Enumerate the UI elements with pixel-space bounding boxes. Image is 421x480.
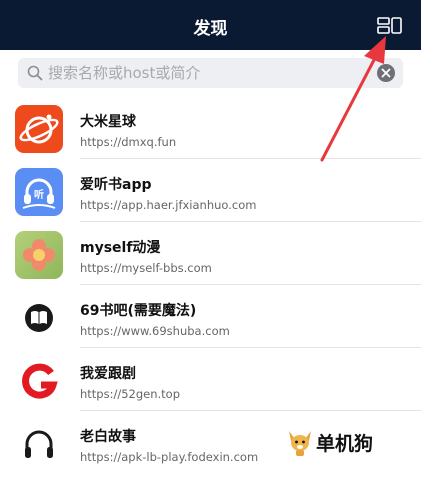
list-item[interactable]: 大米星球 https://dmxq.fun bbox=[0, 96, 421, 159]
fox-logo-icon bbox=[289, 431, 311, 456]
list-item[interactable]: myself动漫 https://myself-bbs.com bbox=[0, 222, 421, 285]
source-name: 爱听书app bbox=[80, 177, 152, 193]
svg-text:听: 听 bbox=[34, 188, 44, 201]
grid-layout-icon bbox=[377, 17, 402, 34]
watermark: 单机狗 bbox=[286, 427, 396, 457]
source-name: myself动漫 bbox=[80, 240, 161, 256]
source-name: 老白故事 bbox=[80, 429, 136, 445]
search-bar[interactable] bbox=[18, 58, 403, 88]
source-url: https://app.haer.jfxianhuo.com bbox=[80, 198, 257, 212]
top-nav-bar: 发现 bbox=[0, 0, 421, 50]
source-url: https://www.69shuba.com bbox=[80, 324, 230, 338]
source-url: https://52gen.top bbox=[80, 387, 181, 401]
search-icon bbox=[27, 65, 43, 81]
layout-toggle-button[interactable] bbox=[375, 14, 405, 36]
planet-logo-icon bbox=[15, 105, 63, 153]
source-list: 大米星球 https://dmxq.fun 听 爱听书app https://a… bbox=[0, 96, 421, 474]
list-item[interactable]: 听 爱听书app https://app.haer.jfxianhuo.com bbox=[0, 159, 421, 222]
list-item[interactable]: 69书吧(需要魔法) https://www.69shuba.com bbox=[0, 285, 421, 348]
source-name: 69书吧(需要魔法) bbox=[80, 303, 197, 319]
flower-logo-icon bbox=[15, 231, 63, 279]
source-url: https://myself-bbs.com bbox=[80, 261, 212, 275]
clear-search-button[interactable] bbox=[377, 64, 395, 82]
source-name: 我爱跟剧 bbox=[80, 366, 136, 382]
search-input[interactable] bbox=[48, 62, 368, 84]
watermark-text: 单机狗 bbox=[316, 433, 374, 455]
list-item[interactable]: 我爱跟剧 https://52gen.top bbox=[0, 348, 421, 411]
page-title: 发现 bbox=[193, 19, 228, 39]
headphones-listen-logo-icon: 听 bbox=[15, 168, 63, 216]
source-url: https://dmxq.fun bbox=[80, 135, 177, 149]
headphones-icon bbox=[15, 420, 63, 468]
source-url: https://apk-lb-play.fodexin.com bbox=[80, 450, 259, 464]
book-logo-icon bbox=[15, 294, 63, 342]
source-name: 大米星球 bbox=[80, 114, 136, 130]
letter-g-logo-icon bbox=[15, 357, 63, 405]
close-icon bbox=[381, 68, 391, 78]
